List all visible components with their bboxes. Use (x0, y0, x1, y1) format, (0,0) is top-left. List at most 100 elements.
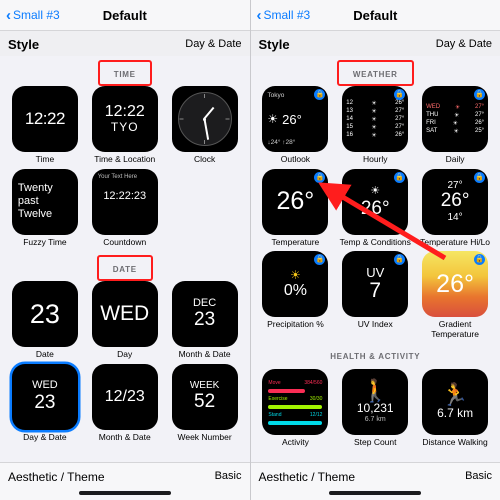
tile-day[interactable]: WED Day (86, 281, 164, 360)
thumb-outlook[interactable]: 🔒 Tokyo ☀ 26° ↓24° ↑28° (262, 86, 329, 152)
tile-outlook[interactable]: 🔒 Tokyo ☀ 26° ↓24° ↑28° Outlook (257, 86, 335, 165)
caption-day: Day (117, 349, 133, 360)
thumb-gradient-temperature-value: 26° (436, 269, 474, 298)
weather-widget-grid: 🔒 Tokyo ☀ 26° ↓24° ↑28° Outlook 🔒 12 ☀ 2… (251, 84, 500, 339)
section-header-date: DATE (0, 255, 250, 282)
right-scroll-content[interactable]: WEATHER 🔒 Tokyo ☀ 26° ↓24° ↑28° Outlook … (250, 56, 500, 462)
right-back-button[interactable]: ‹ Small #3 (257, 0, 311, 30)
section-label-weather: WEATHER (352, 70, 398, 79)
thumb-step-count-value: 10,231 (356, 401, 394, 416)
section-label-time: TIME (113, 70, 136, 79)
annotation-box-date: DATE (96, 255, 153, 282)
right-bottom-bar: Aesthetic / Theme Basic (250, 462, 500, 500)
tile-week-number[interactable]: WEEK 52 Week Number (166, 363, 244, 443)
analog-clock-icon (177, 92, 232, 146)
tile-precipitation-percent[interactable]: 🔒 ☀ 0% Precipitation % (257, 251, 335, 339)
thumb-outlook-value: 26° (282, 111, 302, 127)
left-navigation-bar: ‹ Small #3 Default (0, 0, 250, 31)
thumb-fuzzy-time[interactable]: Twenty past Twelve (11, 168, 78, 235)
thumb-month-date-numeric[interactable]: 12/23 (91, 363, 158, 430)
caption-month-date-numeric: Month & Date (98, 431, 151, 442)
right-bottom-left-label[interactable]: Aesthetic / Theme (259, 470, 356, 484)
tile-temperature[interactable]: 🔒 26° Temperature (257, 168, 335, 248)
thumb-time-location-sub: TYO (110, 120, 139, 135)
running-person-icon: 🏃 (441, 381, 469, 407)
thumb-precipitation-percent[interactable]: 🔒 ☀ 0% (262, 251, 329, 318)
left-back-button[interactable]: ‹ Small #3 (6, 0, 60, 30)
caption-temp-and-conditions: Temp & Conditions (339, 236, 411, 247)
left-bottom-right-label[interactable]: Basic (215, 470, 242, 482)
thumb-day-and-date[interactable]: WED 23 (11, 363, 78, 430)
thumb-day[interactable]: WED (91, 281, 158, 348)
tile-activity[interactable]: Move 384/560 Exercise 30/30 Stand 12/12 Act… (257, 369, 335, 448)
dual-screenshot-container: ‹ Small #3 Default Style Day & Date TIME… (0, 0, 500, 500)
thumb-time-location[interactable]: 12:22 TYO (91, 86, 158, 152)
thumb-date[interactable]: 23 (11, 281, 78, 348)
tile-fuzzy-time[interactable]: Twenty past Twelve Fuzzy Time (6, 168, 84, 248)
caption-hourly: Hourly (362, 154, 388, 164)
left-scroll-content[interactable]: TIME 12:22 Time 12:22 TYO Time & Locatio… (0, 56, 250, 462)
right-style-bar: Style Day & Date (250, 31, 500, 58)
thumb-temp-and-conditions[interactable]: 🔒 ☀ 26° (342, 168, 409, 235)
tile-distance-walking[interactable]: 🏃 6.7 km Distance Walking (416, 369, 494, 448)
tile-month-and-date[interactable]: DEC 23 Month & Date (166, 281, 244, 360)
tile-clock[interactable]: Clock (166, 86, 244, 165)
thumb-step-count[interactable]: 🚶 10,231 6.7 km (342, 369, 409, 436)
tile-day-and-date[interactable]: WED 23 Day & Date (6, 363, 84, 443)
thumb-month-and-date[interactable]: DEC 23 (171, 281, 238, 348)
tile-time[interactable]: 12:22 Time (6, 86, 84, 165)
section-header-time: TIME (0, 60, 250, 86)
health-widget-grid: Move 384/560 Exercise 30/30 Stand 12/12 Act… (251, 367, 500, 448)
tile-daily[interactable]: 🔒 WED ☀ 27° THU ☀ 27° FRI ☀ 26° SAT ☀ 25° Daily (416, 86, 494, 165)
annotation-box-time: TIME (97, 60, 152, 86)
right-back-label: Small #3 (263, 8, 311, 22)
thumb-daily[interactable]: 🔒 WED ☀ 27° THU ☀ 27° FRI ☀ 26° SAT ☀ 25° (422, 86, 489, 152)
thumb-distance-value: 6.7 km (437, 405, 474, 420)
tile-countdown[interactable]: Your Text Here 12:22:23 Countdown (86, 168, 164, 248)
right-bottom-right-label[interactable]: Basic (465, 470, 492, 482)
tile-uv-index[interactable]: 🔒 UV 7 UV Index (336, 251, 414, 339)
tile-month-date-numeric[interactable]: 12/23 Month & Date (86, 363, 164, 443)
thumb-countdown[interactable]: Your Text Here 12:22:23 (91, 168, 158, 235)
lock-icon: 🔒 (474, 171, 486, 183)
thumb-week-number-sub: WEEK (189, 379, 220, 391)
thumb-distance-walking[interactable]: 🏃 6.7 km (422, 369, 489, 436)
thumb-precipitation-value: 0% (283, 282, 307, 300)
tile-temperature-hi-lo[interactable]: 🔒 27° 26° 14° Temperature Hi/Lo (416, 168, 494, 248)
tile-time-location[interactable]: 12:22 TYO Time & Location (86, 86, 164, 165)
tile-date[interactable]: 23 Date (6, 281, 84, 360)
caption-uv-index: UV Index (357, 319, 393, 330)
tile-temp-and-conditions[interactable]: 🔒 ☀ 26° Temp & Conditions (336, 168, 414, 248)
left-bottom-left-label[interactable]: Aesthetic / Theme (8, 470, 105, 484)
thumb-activity[interactable]: Move 384/560 Exercise 30/30 Stand 12/12 (262, 369, 329, 436)
thumb-uv-sub: UV (366, 265, 385, 281)
thumb-temp-and-conditions-value: 26° (360, 197, 390, 219)
caption-week-number: Week Number (177, 431, 232, 442)
thumb-hourly-rows: 12 ☀ 26° 13 ☀ 27° 14 ☀ 27° 15 ☀ 27° 16 ☀ 26° (346, 99, 405, 139)
thumb-countdown-value: 12:22:23 (103, 189, 147, 202)
thumb-gradient-temperature[interactable]: 🔒 26° (422, 251, 489, 318)
thumb-date-value: 23 (29, 298, 60, 329)
home-indicator-right (329, 491, 422, 495)
thumb-clock[interactable] (171, 86, 238, 152)
caption-fuzzy-time: Fuzzy Time (23, 236, 67, 247)
right-screen: ‹ Small #3 Default Style Day & Date WEAT… (250, 0, 500, 500)
left-screen: ‹ Small #3 Default Style Day & Date TIME… (0, 0, 251, 500)
thumb-week-number[interactable]: WEEK 52 (171, 363, 238, 430)
tile-gradient-temperature[interactable]: 🔒 26° Gradient Temperature (416, 251, 494, 339)
lock-icon: 🔒 (394, 171, 406, 183)
tile-hourly[interactable]: 🔒 12 ☀ 26° 13 ☀ 27° 14 ☀ 27° 15 ☀ 27° 16 ☀ 26° Hou… (336, 86, 414, 165)
tile-step-count[interactable]: 🚶 10,231 6.7 km Step Count (336, 369, 414, 448)
section-label-health-activity: HEALTH & ACTIVITY (330, 351, 421, 361)
caption-day-and-date: Day & Date (23, 431, 67, 442)
thumb-hourly[interactable]: 🔒 12 ☀ 26° 13 ☀ 27° 14 ☀ 27° 15 ☀ 27° 16 ☀ 26° (342, 86, 409, 152)
right-style-value[interactable]: Day & Date (436, 38, 492, 50)
lock-icon: 🔒 (314, 171, 326, 183)
thumb-temperature[interactable]: 🔒 26° (262, 168, 329, 235)
left-style-value[interactable]: Day & Date (185, 38, 241, 50)
thumb-temperature-hi-lo[interactable]: 🔒 27° 26° 14° (422, 168, 489, 235)
thumb-countdown-note: Your Text Here (97, 173, 138, 180)
thumb-time[interactable]: 12:22 (11, 86, 78, 152)
left-page-title: Default (102, 7, 147, 23)
thumb-uv-index[interactable]: 🔒 UV 7 (342, 251, 409, 318)
